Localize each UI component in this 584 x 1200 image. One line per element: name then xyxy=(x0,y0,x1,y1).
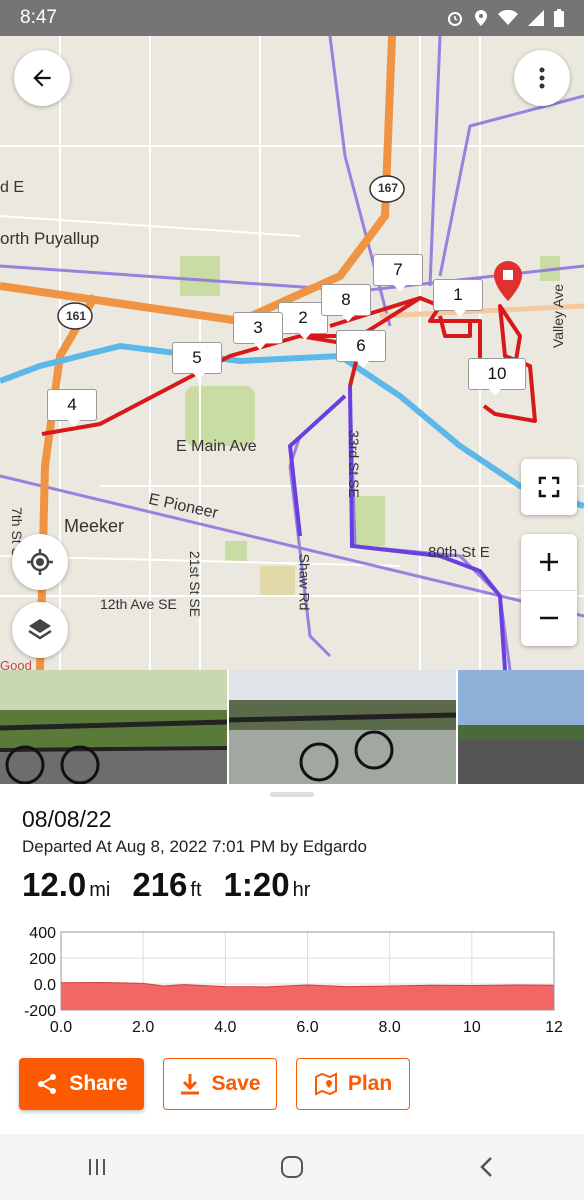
clock: 8:47 xyxy=(20,7,57,28)
layers-icon xyxy=(28,619,52,640)
zoom-out-button[interactable] xyxy=(538,590,560,646)
y-tick-label-3: -200 xyxy=(24,1003,56,1020)
recent-apps-icon[interactable] xyxy=(85,1155,109,1179)
share-button[interactable]: Share xyxy=(19,1058,144,1110)
back-nav-icon[interactable] xyxy=(475,1155,499,1179)
locate-me-button[interactable] xyxy=(12,534,68,590)
north-puyallup-label: orth Puyallup xyxy=(0,229,100,248)
distance-unit: mi xyxy=(89,879,111,901)
home-icon[interactable] xyxy=(279,1154,305,1180)
x-tick-label-1: 2.0 xyxy=(132,1019,154,1036)
route-marker-5[interactable]: 5 xyxy=(172,342,222,380)
elevation-stat: 216 ft xyxy=(132,866,201,904)
status-bar: 8:47 xyxy=(0,0,584,36)
x-tick-label-5: 10 xyxy=(463,1019,481,1036)
route-marker-8[interactable]: 8 xyxy=(321,284,371,322)
duration-stat: 1:20 hr xyxy=(224,866,311,904)
d-e-label: d E xyxy=(0,179,25,196)
plan-label: Plan xyxy=(347,1072,393,1095)
route-marker-3[interactable]: 3 xyxy=(233,312,283,350)
zoom-in-button[interactable] xyxy=(538,534,560,590)
location-icon xyxy=(475,10,487,26)
hwy-161-label: 161 xyxy=(66,309,87,323)
ride-date: 08/08/22 xyxy=(22,806,112,832)
route-marker-7[interactable]: 7 xyxy=(373,254,423,292)
80th-st-label: 80th St E xyxy=(428,544,490,561)
ride-photo-2[interactable] xyxy=(229,670,456,784)
x-tick-label-3: 6.0 xyxy=(296,1019,318,1036)
sheet-drag-handle[interactable] xyxy=(270,792,314,797)
x-tick-label-2: 4.0 xyxy=(214,1019,236,1036)
ride-details-sheet: 08/08/22 Departed At Aug 8, 2022 7:01 PM… xyxy=(0,784,584,1134)
route-marker-1[interactable]: 1 xyxy=(433,279,483,317)
ride-photo-1[interactable] xyxy=(0,670,227,784)
ride-departed-text: Departed At Aug 8, 2022 7:01 PM by Edgar… xyxy=(22,837,367,856)
zoom-controls xyxy=(521,534,577,646)
battery-icon xyxy=(554,9,564,27)
y-tick-label-1: 200 xyxy=(29,951,56,968)
route-map[interactable]: 167 161 orth Puyallup d E E Main Ave E P… xyxy=(0,36,584,670)
route-marker-4[interactable]: 4 xyxy=(47,389,97,427)
more-options-button[interactable] xyxy=(514,50,570,106)
wifi-icon xyxy=(498,10,518,25)
y-tick-label-2: 0.0 xyxy=(34,977,56,994)
distance-stat: 12.0 mi xyxy=(22,866,110,904)
share-icon xyxy=(38,1074,57,1094)
plus-icon xyxy=(540,552,558,571)
system-nav-bar xyxy=(0,1134,584,1200)
ride-stats: 12.0 mi 216 ft 1:20 hr xyxy=(22,866,310,904)
share-label: Share xyxy=(69,1072,128,1095)
distance-value: 12.0 xyxy=(22,866,87,903)
duration-unit: hr xyxy=(292,879,311,901)
elevation-unit: ft xyxy=(190,879,202,901)
download-icon xyxy=(181,1074,200,1095)
meeker-label: Meeker xyxy=(64,516,125,536)
map-pin-icon xyxy=(314,1072,337,1096)
signal-icon xyxy=(528,10,544,26)
fullscreen-button[interactable] xyxy=(521,459,577,515)
x-tick-label-4: 8.0 xyxy=(379,1019,401,1036)
hwy-167-label: 167 xyxy=(378,181,399,195)
route-marker-6[interactable]: 6 xyxy=(336,330,386,368)
elevation-area xyxy=(60,981,555,1011)
e-main-ave-label: E Main Ave xyxy=(176,438,257,455)
x-tick-label-0: 0.0 xyxy=(50,1019,72,1036)
good-label: Good xyxy=(0,658,32,670)
route-marker-10[interactable]: 10 xyxy=(468,358,526,396)
more-vert-icon xyxy=(539,67,545,89)
y-tick-label-0: 400 xyxy=(29,926,56,942)
minus-icon xyxy=(540,616,558,620)
shaw-rd-label: Shaw Rd xyxy=(296,553,313,611)
save-label: Save xyxy=(211,1072,261,1095)
arrow-back-icon xyxy=(33,69,51,87)
elevation-chart[interactable]: 4002000.0-2000.0 2.0 4.0 6.0 8.0 10 12 xyxy=(0,926,584,1042)
back-button[interactable] xyxy=(14,50,70,106)
duration-value: 1:20 xyxy=(223,866,290,903)
save-button[interactable]: Save xyxy=(163,1058,277,1110)
fullscreen-icon xyxy=(538,476,560,498)
valley-ave-label: Valley Ave xyxy=(550,283,567,349)
12th-ave-label: 12th Ave SE xyxy=(100,596,177,612)
ride-photo-3[interactable] xyxy=(458,670,584,784)
plan-button[interactable]: Plan xyxy=(296,1058,410,1110)
map-background xyxy=(0,36,584,670)
alarm-icon xyxy=(448,12,462,26)
21st-st-label: 21st St SE xyxy=(187,550,204,618)
my-location-icon xyxy=(27,549,53,575)
photo-strip[interactable] xyxy=(0,670,584,784)
x-tick-label-6: 12 xyxy=(545,1019,563,1036)
map-layers-button[interactable] xyxy=(12,602,68,658)
elevation-value: 216 xyxy=(132,866,188,903)
33rd-st-label: 33rd St SE xyxy=(345,430,362,498)
